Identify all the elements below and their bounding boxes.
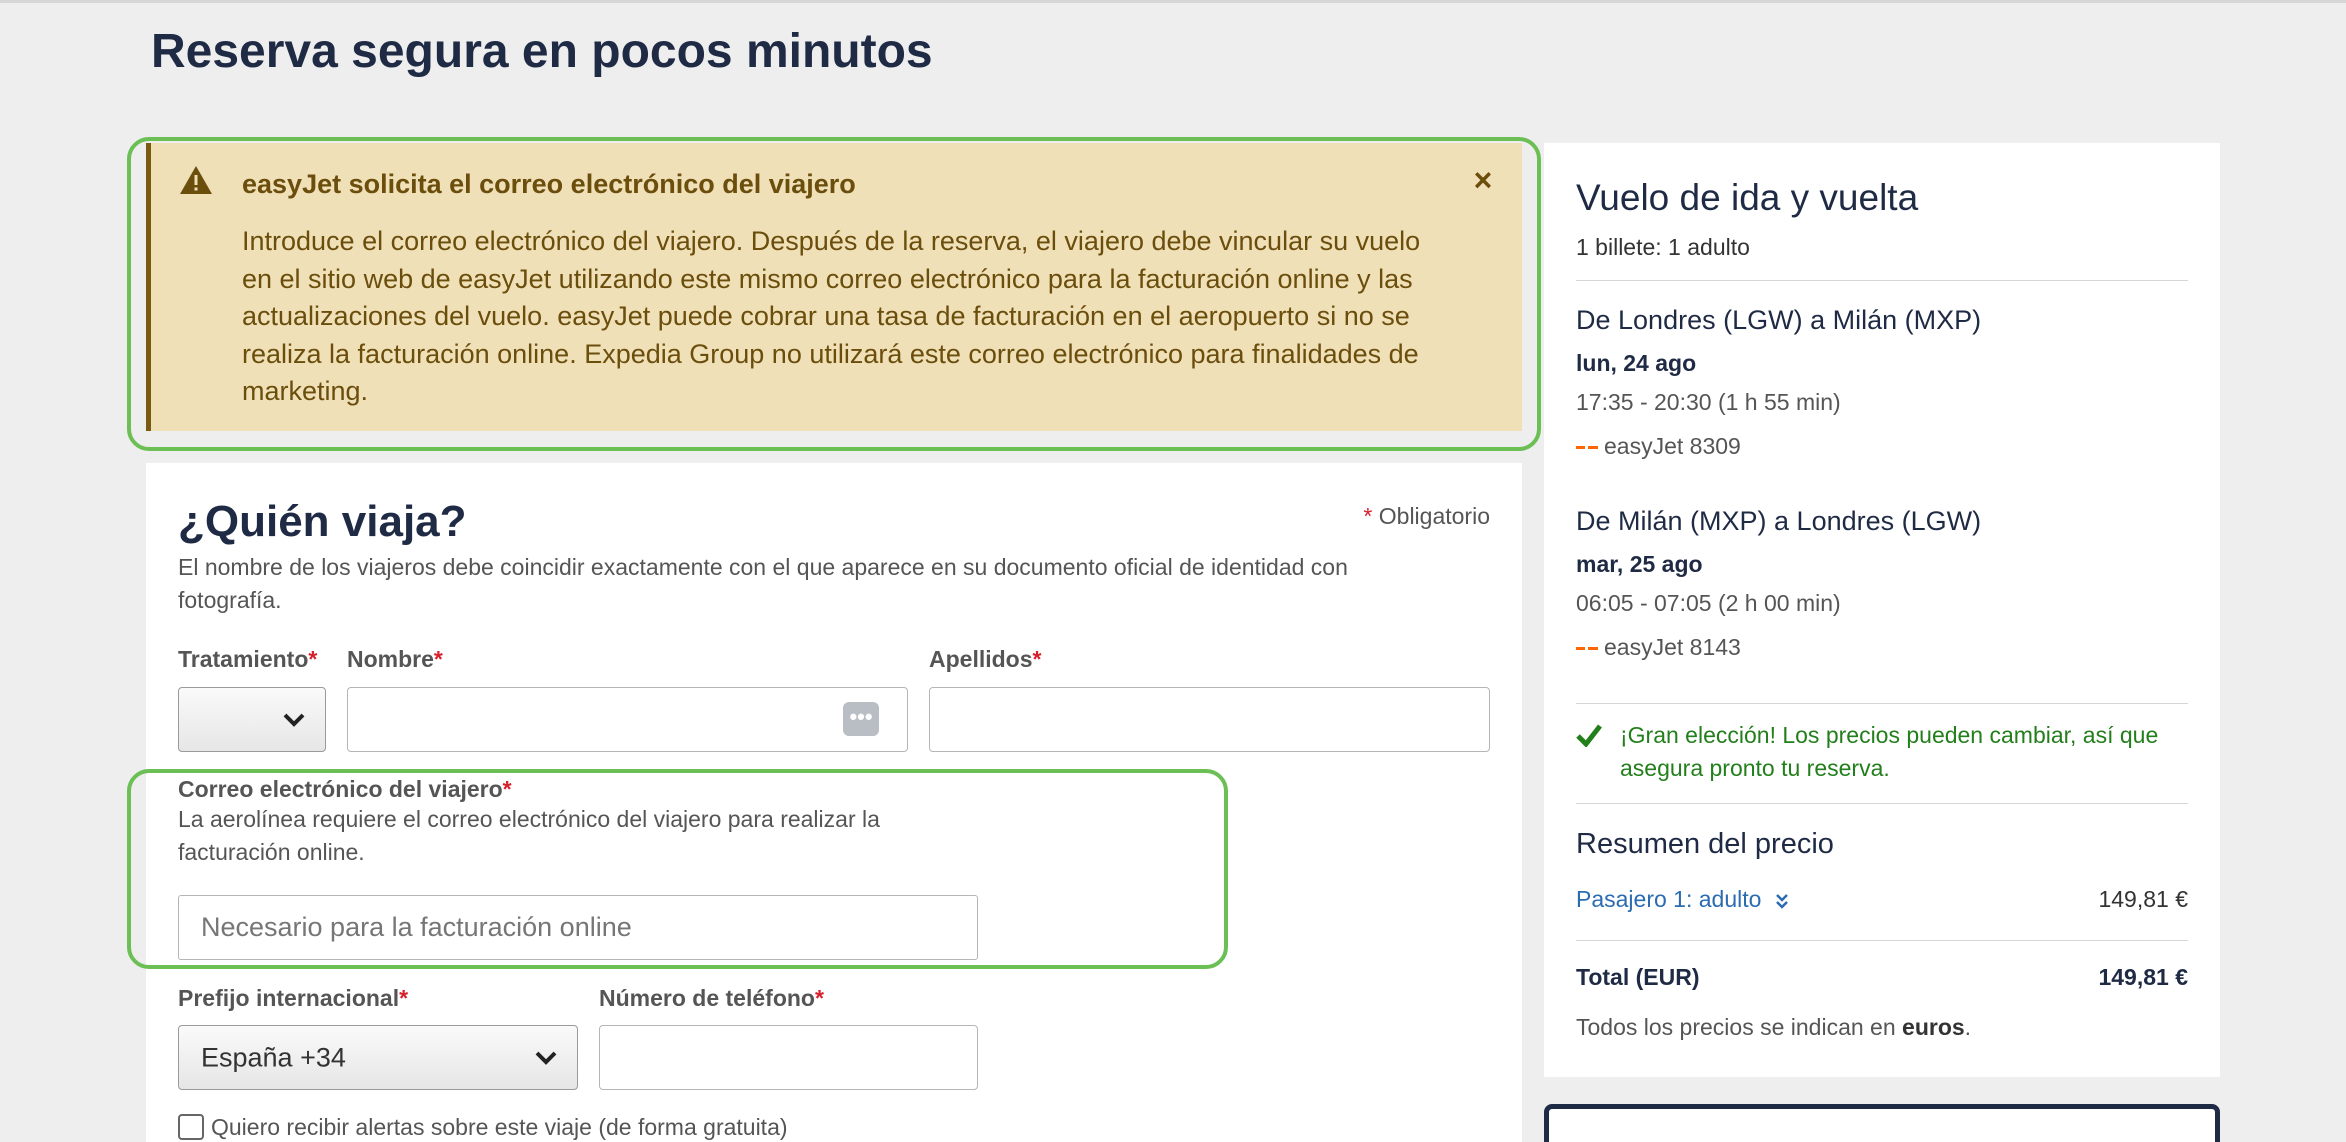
email-hint: La aerolínea requiere el correo electrón… (178, 806, 880, 865)
prefix-label: Prefijo internacional* (178, 985, 408, 1012)
leg-flight: easyJet 8143 (1576, 634, 1741, 661)
chevron-down-icon (283, 713, 305, 727)
leg-route: De Londres (LGW) a Milán (MXP) (1576, 305, 1982, 335)
email-input[interactable] (178, 895, 978, 960)
warning-icon (180, 166, 212, 194)
chevron-down-icon (535, 1051, 557, 1065)
first-name-label: Nombre* (347, 646, 443, 673)
email-alert: easyJet solicita el correo electrónico d… (146, 143, 1522, 431)
summary-title: Vuelo de ida y vuelta (1576, 177, 1919, 218)
alert-body: Introduce el correo electrónico del viaj… (242, 226, 1421, 407)
required-star: * (1363, 503, 1373, 529)
next-section-card (1544, 1104, 2220, 1142)
traveler-form: ¿Quién viaja? * Obligatorio El nombre de… (146, 463, 1522, 1142)
top-border (0, 0, 2346, 3)
total-label: Total (EUR) (1576, 964, 1700, 990)
currency-note: Todos los precios se indican en euros. (1576, 1014, 1971, 1041)
leg-time: 17:35 - 20:30 (1 h 55 min) (1576, 389, 1841, 415)
last-name-field[interactable] (929, 687, 1490, 752)
email-label-text: Correo electrónico del viajero (178, 776, 503, 802)
title-select[interactable] (178, 687, 326, 752)
autofill-icon[interactable]: ••• (843, 702, 879, 736)
passenger-price-toggle[interactable]: Pasajero 1: adulto (1576, 886, 1790, 913)
divider (1576, 703, 2188, 704)
required-star: * (502, 776, 512, 802)
prefix-label-text: Prefijo internacional (178, 985, 400, 1011)
phone-field[interactable] (599, 1025, 978, 1090)
last-name-label: Apellidos* (929, 646, 1041, 673)
leg-date: lun, 24 ago (1576, 350, 1697, 376)
currency-name: euros (1902, 1014, 1965, 1040)
required-note-text: Obligatorio (1378, 503, 1490, 529)
currency-note-prefix: Todos los precios se indican en (1576, 1014, 1896, 1040)
required-star: * (433, 646, 443, 672)
phone-label: Número de teléfono* (599, 985, 824, 1012)
leg-flight-number: easyJet 8143 (1604, 634, 1741, 660)
alerts-checkbox-label: Quiero recibir alertas sobre este viaje … (211, 1114, 788, 1140)
phone-label-text: Número de teléfono (599, 985, 815, 1011)
double-chevron-down-icon (1775, 894, 1788, 909)
required-star: * (399, 985, 409, 1011)
currency-note-suffix: . (1964, 1014, 1972, 1040)
close-icon[interactable]: × (1468, 164, 1498, 196)
first-name-field[interactable]: ••• (347, 687, 908, 752)
required-note: * Obligatorio (1363, 503, 1490, 530)
price-summary-title: Resumen del precio (1576, 828, 1834, 860)
leg-date: mar, 25 ago (1576, 551, 1703, 577)
divider (1576, 803, 2188, 804)
prefix-select[interactable]: España +34 (178, 1025, 578, 1090)
leg-route: De Milán (MXP) a Londres (LGW) (1576, 506, 1982, 536)
form-title: ¿Quién viaja? (178, 497, 467, 546)
ticket-count: 1 billete: 1 adulto (1576, 234, 1750, 260)
title-label-text: Tratamiento (178, 646, 309, 672)
good-choice-message: ¡Gran elección! Los precios pueden cambi… (1620, 722, 2159, 781)
title-label: Tratamiento* (178, 646, 317, 673)
alert-title: easyJet solicita el correo electrónico d… (242, 169, 856, 199)
required-star: * (1032, 646, 1042, 672)
first-name-label-text: Nombre (347, 646, 434, 672)
prefix-select-value: España +34 (201, 1042, 346, 1072)
trip-summary: Vuelo de ida y vuelta 1 billete: 1 adult… (1544, 143, 2220, 1077)
airline-logo-icon (1576, 647, 1598, 651)
passenger-link-text: Pasajero 1: adulto (1576, 886, 1762, 912)
alerts-checkbox[interactable] (178, 1114, 204, 1140)
leg-flight: easyJet 8309 (1576, 433, 1741, 460)
page-title: Reserva segura en pocos minutos (151, 25, 933, 78)
last-name-label-text: Apellidos (929, 646, 1033, 672)
divider (1576, 940, 2188, 941)
total-price: 149,81 € (2098, 964, 2188, 990)
divider (1576, 280, 2188, 281)
leg-flight-number: easyJet 8309 (1604, 433, 1741, 459)
leg-time: 06:05 - 07:05 (2 h 00 min) (1576, 590, 1841, 616)
passenger-price: 149,81 € (2098, 886, 2188, 912)
airline-logo-icon (1576, 446, 1598, 450)
email-label: Correo electrónico del viajero* (178, 776, 512, 803)
required-star: * (308, 646, 318, 672)
check-icon (1576, 724, 1602, 747)
form-description: El nombre de los viajeros debe coincidir… (178, 554, 1348, 613)
required-star: * (814, 985, 824, 1011)
